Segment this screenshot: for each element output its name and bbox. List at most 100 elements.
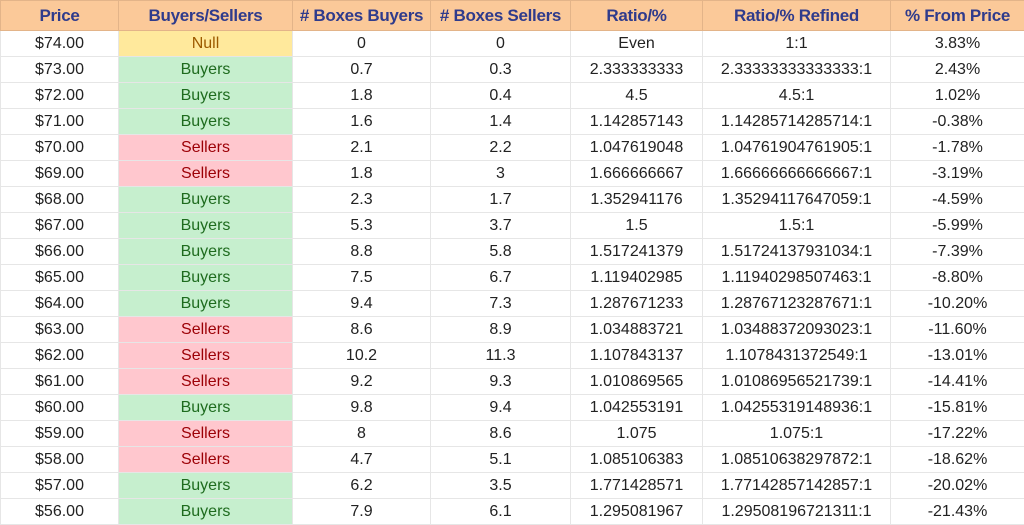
boxes-buyers-cell: 1.8	[293, 161, 431, 187]
boxes-sellers-cell: 2.2	[431, 135, 571, 161]
boxes-sellers-cell: 5.8	[431, 239, 571, 265]
ratio-refined-cell: 1.35294117647059:1	[703, 187, 891, 213]
price-cell: $61.00	[1, 369, 119, 395]
pct-from-price-cell: -5.99%	[891, 213, 1024, 239]
boxes-sellers-cell: 11.3	[431, 343, 571, 369]
buyers-sellers-cell: Buyers	[119, 499, 293, 525]
buyers-sellers-cell: Sellers	[119, 317, 293, 343]
table-row: $67.00Buyers5.33.71.51.5:1-5.99%	[1, 213, 1024, 239]
table-row: $72.00Buyers1.80.44.54.5:11.02%	[1, 83, 1024, 109]
price-cell: $72.00	[1, 83, 119, 109]
boxes-buyers-cell: 2.3	[293, 187, 431, 213]
boxes-sellers-cell: 0	[431, 31, 571, 57]
boxes-buyers-cell: 9.8	[293, 395, 431, 421]
ratio-refined-cell: 1.5:1	[703, 213, 891, 239]
boxes-buyers-cell: 1.6	[293, 109, 431, 135]
buyers-sellers-cell: Buyers	[119, 265, 293, 291]
pct-from-price-cell: -18.62%	[891, 447, 1024, 473]
boxes-buyers-cell: 0	[293, 31, 431, 57]
buyers-sellers-cell: Buyers	[119, 187, 293, 213]
buyers-sellers-cell: Buyers	[119, 239, 293, 265]
pct-from-price-cell: 1.02%	[891, 83, 1024, 109]
table-row: $63.00Sellers8.68.91.0348837211.03488372…	[1, 317, 1024, 343]
table-row: $56.00Buyers7.96.11.2950819671.295081967…	[1, 499, 1024, 525]
boxes-sellers-cell: 8.9	[431, 317, 571, 343]
price-cell: $67.00	[1, 213, 119, 239]
ratio-refined-cell: 1.075:1	[703, 421, 891, 447]
price-cell: $73.00	[1, 57, 119, 83]
boxes-sellers-cell: 3.7	[431, 213, 571, 239]
buyers-sellers-cell: Sellers	[119, 135, 293, 161]
buyers-sellers-cell: Sellers	[119, 343, 293, 369]
table-body: $74.00Null00Even1:13.83%$73.00Buyers0.70…	[1, 31, 1024, 525]
ratio-cell: Even	[571, 31, 703, 57]
buyers-sellers-cell: Buyers	[119, 395, 293, 421]
table-row: $64.00Buyers9.47.31.2876712331.287671232…	[1, 291, 1024, 317]
ratio-refined-cell: 1:1	[703, 31, 891, 57]
ratio-refined-cell: 1.04761904761905:1	[703, 135, 891, 161]
ratio-refined-cell: 1.66666666666667:1	[703, 161, 891, 187]
table-row: $71.00Buyers1.61.41.1428571431.142857142…	[1, 109, 1024, 135]
ratio-refined-cell: 1.14285714285714:1	[703, 109, 891, 135]
ratio-cell: 1.5	[571, 213, 703, 239]
ratio-cell: 1.287671233	[571, 291, 703, 317]
boxes-buyers-cell: 1.8	[293, 83, 431, 109]
price-cell: $62.00	[1, 343, 119, 369]
pct-from-price-cell: -10.20%	[891, 291, 1024, 317]
header-ratio: Ratio/%	[571, 1, 703, 31]
header-pct-from-price: % From Price	[891, 1, 1024, 31]
boxes-sellers-cell: 7.3	[431, 291, 571, 317]
buyers-sellers-cell: Buyers	[119, 109, 293, 135]
table-row: $73.00Buyers0.70.32.3333333332.333333333…	[1, 57, 1024, 83]
table-row: $69.00Sellers1.831.6666666671.6666666666…	[1, 161, 1024, 187]
ratio-refined-cell: 4.5:1	[703, 83, 891, 109]
header-boxes-sellers: # Boxes Sellers	[431, 1, 571, 31]
pct-from-price-cell: -11.60%	[891, 317, 1024, 343]
ratio-refined-cell: 1.08510638297872:1	[703, 447, 891, 473]
pct-from-price-cell: -14.41%	[891, 369, 1024, 395]
price-cell: $58.00	[1, 447, 119, 473]
ratio-refined-cell: 1.28767123287671:1	[703, 291, 891, 317]
ratio-cell: 1.034883721	[571, 317, 703, 343]
pct-from-price-cell: -4.59%	[891, 187, 1024, 213]
table-row: $59.00Sellers88.61.0751.075:1-17.22%	[1, 421, 1024, 447]
price-cell: $65.00	[1, 265, 119, 291]
ratio-refined-cell: 1.01086956521739:1	[703, 369, 891, 395]
boxes-sellers-cell: 0.4	[431, 83, 571, 109]
pct-from-price-cell: -17.22%	[891, 421, 1024, 447]
price-cell: $70.00	[1, 135, 119, 161]
boxes-sellers-cell: 9.4	[431, 395, 571, 421]
buyers-sellers-cell: Buyers	[119, 473, 293, 499]
boxes-sellers-cell: 3	[431, 161, 571, 187]
ratio-cell: 1.295081967	[571, 499, 703, 525]
buyers-sellers-cell: Null	[119, 31, 293, 57]
price-cell: $64.00	[1, 291, 119, 317]
ratio-refined-cell: 1.51724137931034:1	[703, 239, 891, 265]
pct-from-price-cell: -1.78%	[891, 135, 1024, 161]
buyers-sellers-cell: Sellers	[119, 369, 293, 395]
boxes-sellers-cell: 5.1	[431, 447, 571, 473]
boxes-sellers-cell: 6.7	[431, 265, 571, 291]
price-cell: $69.00	[1, 161, 119, 187]
table-row: $70.00Sellers2.12.21.0476190481.04761904…	[1, 135, 1024, 161]
table-row: $66.00Buyers8.85.81.5172413791.517241379…	[1, 239, 1024, 265]
ratio-cell: 1.010869565	[571, 369, 703, 395]
ratio-refined-cell: 1.1078431372549:1	[703, 343, 891, 369]
boxes-buyers-cell: 8.8	[293, 239, 431, 265]
pct-from-price-cell: -7.39%	[891, 239, 1024, 265]
ratio-refined-cell: 1.04255319148936:1	[703, 395, 891, 421]
boxes-sellers-cell: 6.1	[431, 499, 571, 525]
boxes-sellers-cell: 3.5	[431, 473, 571, 499]
boxes-buyers-cell: 7.9	[293, 499, 431, 525]
ratio-cell: 1.119402985	[571, 265, 703, 291]
ratio-cell: 1.107843137	[571, 343, 703, 369]
boxes-buyers-cell: 0.7	[293, 57, 431, 83]
boxes-buyers-cell: 7.5	[293, 265, 431, 291]
pct-from-price-cell: 3.83%	[891, 31, 1024, 57]
pct-from-price-cell: 2.43%	[891, 57, 1024, 83]
buyers-sellers-cell: Buyers	[119, 291, 293, 317]
ratio-cell: 1.047619048	[571, 135, 703, 161]
header-row: Price Buyers/Sellers # Boxes Buyers # Bo…	[1, 1, 1024, 31]
table-row: $61.00Sellers9.29.31.0108695651.01086956…	[1, 369, 1024, 395]
ratio-refined-cell: 1.03488372093023:1	[703, 317, 891, 343]
